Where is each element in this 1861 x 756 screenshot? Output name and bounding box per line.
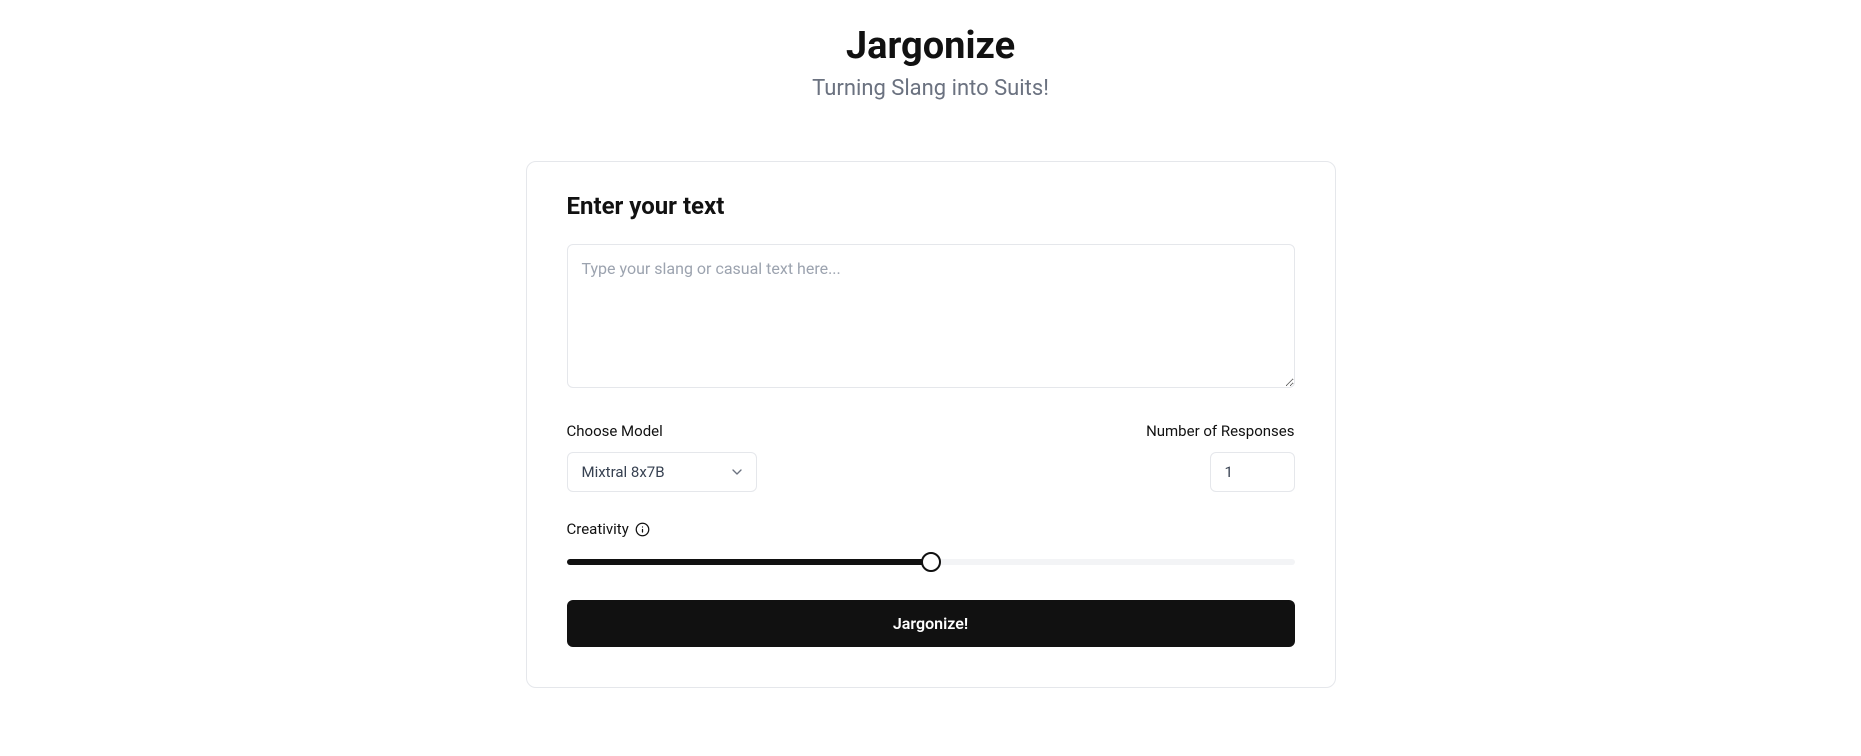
main-card: Enter your text Choose Model Mixtral 8x7… bbox=[526, 161, 1336, 688]
model-select[interactable]: Mixtral 8x7B bbox=[567, 452, 757, 492]
app-title: Jargonize bbox=[0, 24, 1861, 68]
section-title: Enter your text bbox=[567, 192, 1295, 220]
responses-group: Number of Responses bbox=[1146, 422, 1294, 492]
slider-fill bbox=[567, 559, 931, 565]
slider-thumb[interactable] bbox=[921, 552, 941, 572]
creativity-slider[interactable] bbox=[567, 552, 1295, 572]
info-icon[interactable] bbox=[635, 521, 651, 537]
responses-label: Number of Responses bbox=[1146, 422, 1294, 440]
responses-input[interactable] bbox=[1210, 452, 1295, 492]
model-label: Choose Model bbox=[567, 422, 757, 440]
model-group: Choose Model Mixtral 8x7B bbox=[567, 422, 757, 492]
app-container: Jargonize Turning Slang into Suits! Ente… bbox=[0, 0, 1861, 688]
text-input[interactable] bbox=[567, 244, 1295, 388]
submit-button[interactable]: Jargonize! bbox=[567, 600, 1295, 647]
model-select-wrapper: Mixtral 8x7B bbox=[567, 452, 757, 492]
controls-row: Choose Model Mixtral 8x7B Number of Resp… bbox=[567, 422, 1295, 492]
creativity-label: Creativity bbox=[567, 520, 1295, 538]
creativity-label-text: Creativity bbox=[567, 520, 629, 538]
header: Jargonize Turning Slang into Suits! bbox=[0, 24, 1861, 101]
creativity-group: Creativity bbox=[567, 520, 1295, 572]
app-subtitle: Turning Slang into Suits! bbox=[0, 76, 1861, 101]
